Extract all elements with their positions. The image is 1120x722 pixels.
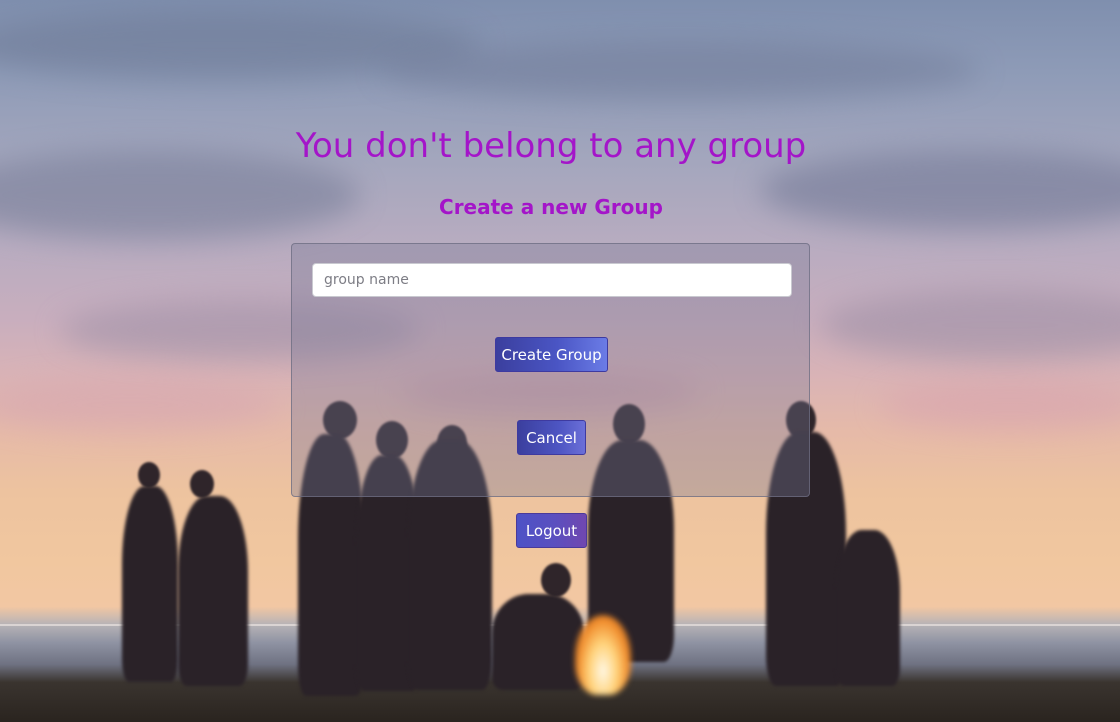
- page-subtitle: Create a new Group: [439, 195, 663, 219]
- page: You don't belong to any group Create a n…: [0, 0, 1120, 722]
- logout-button[interactable]: Logout: [516, 513, 587, 548]
- page-title: You don't belong to any group: [295, 126, 807, 166]
- create-group-button[interactable]: Create Group: [495, 337, 608, 372]
- main-content: You don't belong to any group Create a n…: [0, 0, 1120, 722]
- cancel-button[interactable]: Cancel: [517, 420, 586, 455]
- group-name-input[interactable]: [312, 263, 792, 297]
- create-group-card: Create Group Cancel: [291, 243, 810, 497]
